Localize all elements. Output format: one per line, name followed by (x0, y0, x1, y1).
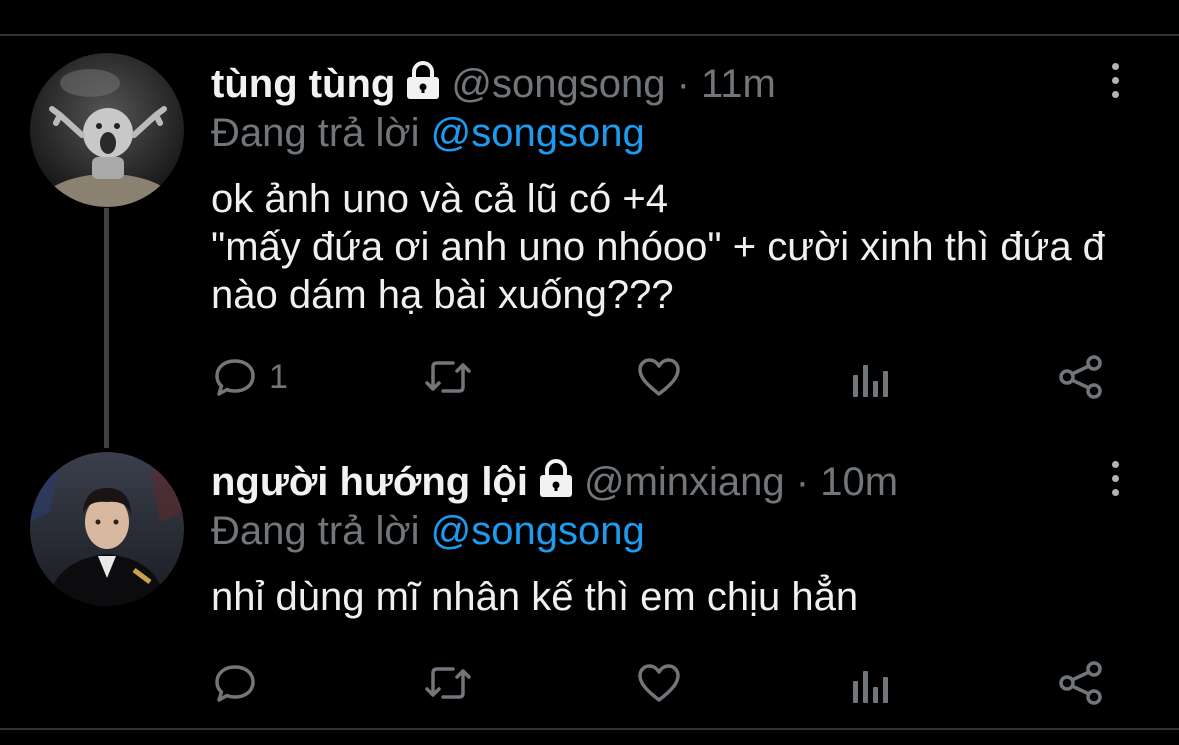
separator: · (676, 62, 690, 106)
display-name[interactable]: tùng tùng (211, 62, 395, 106)
retweet-button[interactable] (423, 353, 473, 401)
like-button[interactable] (636, 659, 682, 707)
share-button[interactable] (1058, 659, 1104, 707)
reply-button[interactable]: 1 (213, 353, 288, 401)
reply-count: 1 (269, 357, 288, 396)
reply-mention-link[interactable]: @songsong (431, 111, 645, 155)
timestamp[interactable]: 11m (701, 62, 776, 106)
analytics-button[interactable] (850, 353, 890, 401)
share-button[interactable] (1058, 353, 1104, 401)
timestamp[interactable]: 10m (820, 460, 898, 504)
tweet-header: tùng tùng @songsong · 11m (211, 60, 776, 112)
tweet-2[interactable]: người hướng lội @minxiang · 10m Đang trả … (0, 440, 1179, 730)
avatar[interactable] (30, 452, 184, 606)
retweet-icon (425, 361, 471, 393)
analytics-icon (853, 365, 888, 397)
reply-mention-link[interactable]: @songsong (431, 509, 645, 553)
analytics-button[interactable] (850, 659, 890, 707)
like-button[interactable] (636, 353, 682, 401)
user-handle[interactable]: @songsong (451, 62, 665, 106)
separator-dot: · (785, 460, 821, 504)
share-icon (1059, 661, 1102, 705)
reply-button[interactable] (213, 659, 269, 707)
avatar[interactable] (30, 53, 184, 207)
separator-dot: · (665, 62, 701, 106)
reply-icon (215, 665, 255, 702)
tweet-text: ok ảnh uno và cả lũ có +4 "mấy đứa ơi an… (211, 177, 1105, 317)
lock-icon (536, 459, 576, 510)
more-options-icon[interactable] (1100, 56, 1130, 104)
separator: · (795, 460, 810, 504)
replying-prefix: Đang trả lời (211, 509, 420, 553)
replying-to: Đang trả lời @songsong (211, 507, 645, 555)
reply-icon (215, 359, 255, 396)
bottom-divider (0, 728, 1179, 730)
replying-to: Đang trả lời @songsong (211, 109, 645, 157)
retweet-icon (425, 667, 471, 699)
tweet-header: người hướng lội @minxiang · 10m (211, 458, 898, 510)
lock-icon (403, 61, 443, 112)
user-handle[interactable]: @minxiang (584, 460, 785, 504)
display-name[interactable]: người hướng lội (211, 460, 528, 504)
like-icon (638, 358, 680, 396)
tweet-1[interactable]: tùng tùng @songsong · 11m Đang trả lời @s… (0, 0, 1179, 440)
analytics-icon (853, 671, 888, 703)
share-icon (1059, 355, 1102, 399)
retweet-button[interactable] (423, 659, 473, 707)
replying-prefix: Đang trả lời (211, 111, 420, 155)
tweet-text: nhỉ dùng mĩ nhân kế thì em chịu hẳn (211, 575, 859, 619)
more-options-icon[interactable] (1100, 454, 1130, 502)
like-icon (638, 664, 680, 702)
